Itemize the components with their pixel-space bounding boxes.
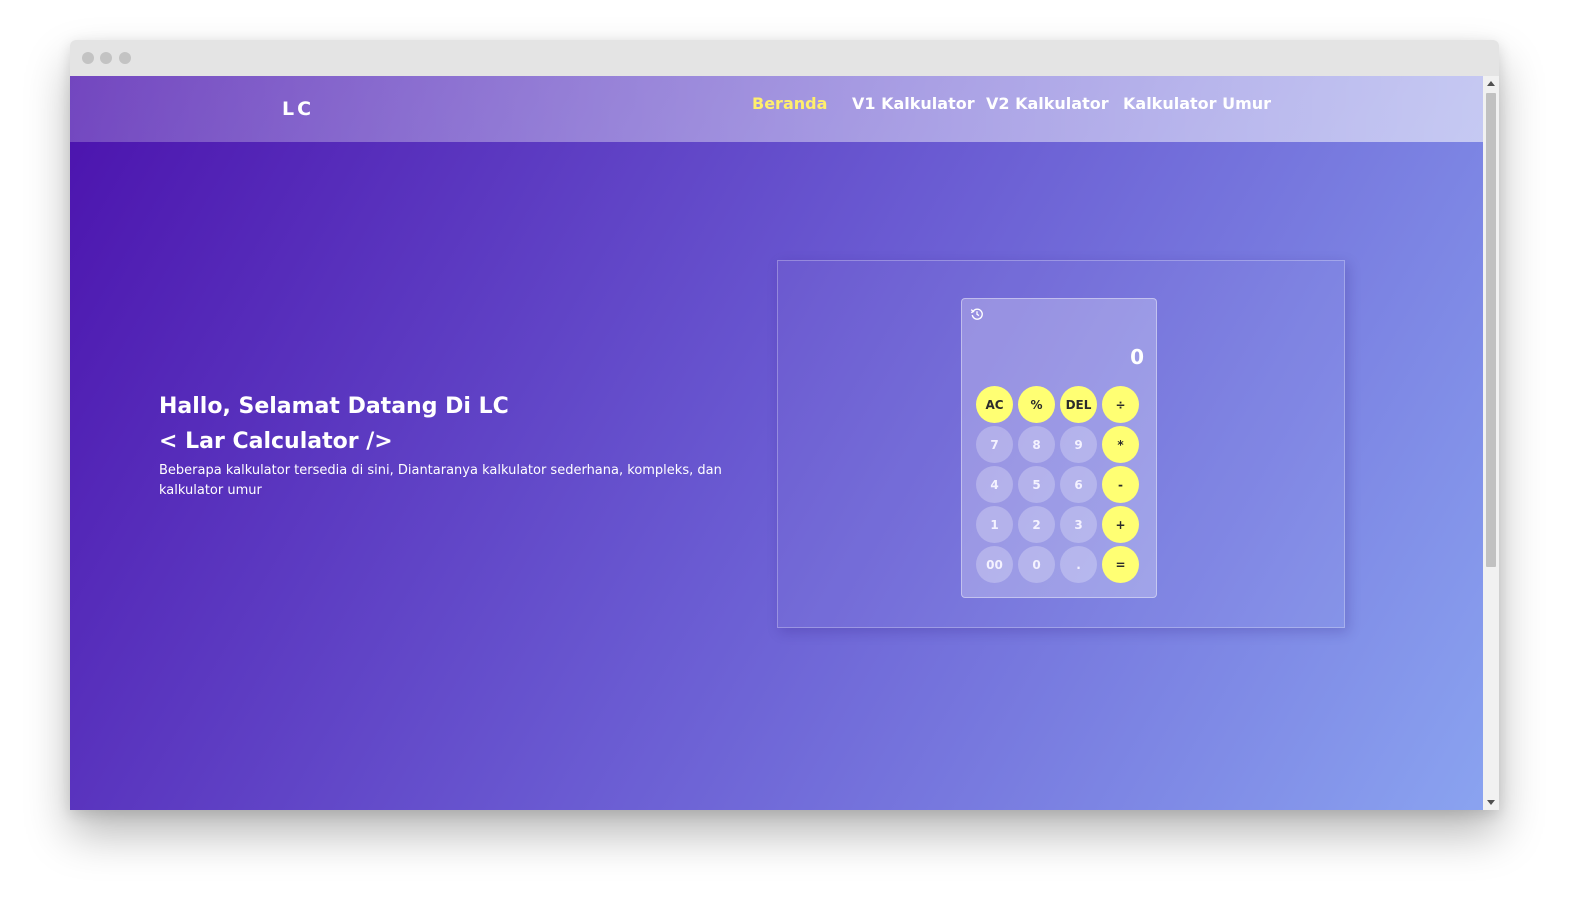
calculator-preview-card: 0 AC % DEL ÷ 7 8 9 * 4 5 6 - 1 2 3 + 00 … xyxy=(777,260,1345,628)
brand-logo[interactable]: LC xyxy=(282,98,314,120)
nav-link-beranda[interactable]: Beranda xyxy=(752,94,827,113)
history-icon[interactable] xyxy=(970,306,984,320)
page-scrollbar[interactable] xyxy=(1483,76,1499,810)
key-1[interactable]: 1 xyxy=(976,506,1013,543)
key-equals[interactable]: = xyxy=(1102,546,1139,583)
page-viewport: LC Beranda V1 Kalkulator V2 Kalkulator K… xyxy=(70,76,1483,810)
key-subtract[interactable]: - xyxy=(1102,466,1139,503)
key-8[interactable]: 8 xyxy=(1018,426,1055,463)
scroll-up-arrow-icon[interactable] xyxy=(1487,81,1495,86)
key-3[interactable]: 3 xyxy=(1060,506,1097,543)
key-2[interactable]: 2 xyxy=(1018,506,1055,543)
key-clear[interactable]: AC xyxy=(976,386,1013,423)
navbar: LC Beranda V1 Kalkulator V2 Kalkulator K… xyxy=(70,76,1483,142)
nav-link-kalkulator-umur[interactable]: Kalkulator Umur xyxy=(1123,94,1271,113)
nav-link-v1-kalkulator[interactable]: V1 Kalkulator xyxy=(852,94,975,113)
key-add[interactable]: + xyxy=(1102,506,1139,543)
key-9[interactable]: 9 xyxy=(1060,426,1097,463)
hero-title: < Lar Calculator /> xyxy=(159,429,393,454)
key-percent[interactable]: % xyxy=(1018,386,1055,423)
hero-section: Hallo, Selamat Datang Di LC < Lar Calcul… xyxy=(159,389,759,501)
key-divide[interactable]: ÷ xyxy=(1102,386,1139,423)
scrollbar-thumb[interactable] xyxy=(1486,93,1496,567)
window-titlebar xyxy=(70,40,1499,76)
window-close-dot[interactable] xyxy=(82,52,94,64)
key-double-zero[interactable]: 00 xyxy=(976,546,1013,583)
nav-link-v2-kalkulator[interactable]: V2 Kalkulator xyxy=(986,94,1109,113)
key-4[interactable]: 4 xyxy=(976,466,1013,503)
key-5[interactable]: 5 xyxy=(1018,466,1055,503)
key-delete[interactable]: DEL xyxy=(1060,386,1097,423)
key-multiply[interactable]: * xyxy=(1102,426,1139,463)
key-6[interactable]: 6 xyxy=(1060,466,1097,503)
key-7[interactable]: 7 xyxy=(976,426,1013,463)
key-decimal[interactable]: . xyxy=(1060,546,1097,583)
calculator-keypad: AC % DEL ÷ 7 8 9 * 4 5 6 - 1 2 3 + 00 0 … xyxy=(976,386,1144,583)
scroll-down-arrow-icon[interactable] xyxy=(1487,800,1495,805)
calculator: 0 AC % DEL ÷ 7 8 9 * 4 5 6 - 1 2 3 + 00 … xyxy=(961,298,1157,598)
hero-description: Beberapa kalkulator tersedia di sini, Di… xyxy=(159,463,722,498)
key-0[interactable]: 0 xyxy=(1018,546,1055,583)
calculator-display: 0 xyxy=(1130,345,1144,369)
browser-window: LC Beranda V1 Kalkulator V2 Kalkulator K… xyxy=(70,40,1499,810)
hero-greeting: Hallo, Selamat Datang Di LC xyxy=(159,394,509,419)
window-maximize-dot[interactable] xyxy=(119,52,131,64)
window-minimize-dot[interactable] xyxy=(100,52,112,64)
